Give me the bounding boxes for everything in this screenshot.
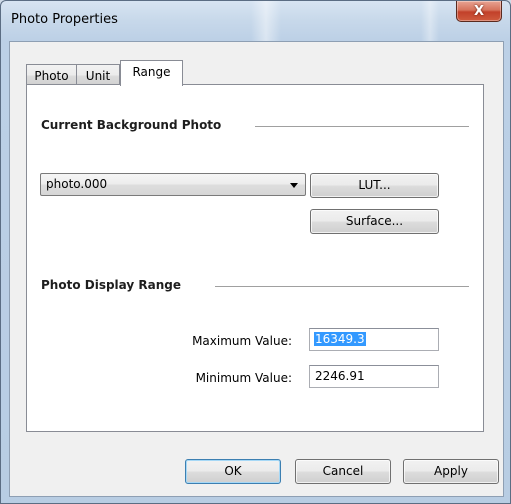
dialog-client-area: Photo Unit Range Current Background Phot… xyxy=(9,41,504,497)
display-range-section-title: Photo Display Range xyxy=(41,278,181,292)
window-title: Photo Properties xyxy=(11,12,118,27)
photo-select[interactable]: photo.000 xyxy=(40,173,306,196)
photo-properties-dialog: Photo Properties X Photo Unit Range Curr… xyxy=(0,0,511,504)
ok-button[interactable]: OK xyxy=(185,459,281,484)
title-bar-glow xyxy=(251,1,281,41)
chevron-down-icon[interactable] xyxy=(290,183,298,188)
close-icon: X xyxy=(473,3,485,19)
range-tab-panel: Current Background Photo photo.000 LUT..… xyxy=(26,84,484,432)
cancel-button[interactable]: Cancel xyxy=(295,459,391,484)
background-section-title: Current Background Photo xyxy=(41,118,222,132)
tab-photo[interactable]: Photo xyxy=(26,64,77,86)
close-button[interactable]: X xyxy=(456,1,502,22)
lut-button[interactable]: LUT... xyxy=(310,173,439,198)
title-bar-glow xyxy=(421,1,439,41)
minimum-value-input[interactable]: 2246.91 xyxy=(309,365,439,388)
surface-button[interactable]: Surface... xyxy=(310,209,439,234)
minimum-value-text: 2246.91 xyxy=(315,369,365,383)
background-section-divider xyxy=(255,126,469,127)
display-range-section-divider xyxy=(215,286,469,287)
tab-range[interactable]: Range xyxy=(120,60,183,86)
minimum-value-label: Minimum Value: xyxy=(195,371,292,385)
maximum-value-input[interactable]: 16349.3 xyxy=(309,328,439,351)
title-bar[interactable]: Photo Properties X xyxy=(1,1,510,41)
tab-unit[interactable]: Unit xyxy=(76,64,120,86)
apply-button[interactable]: Apply xyxy=(403,459,499,484)
maximum-value-text: 16349.3 xyxy=(314,332,366,346)
maximum-value-label: Maximum Value: xyxy=(192,334,292,348)
photo-select-value: photo.000 xyxy=(46,177,108,191)
